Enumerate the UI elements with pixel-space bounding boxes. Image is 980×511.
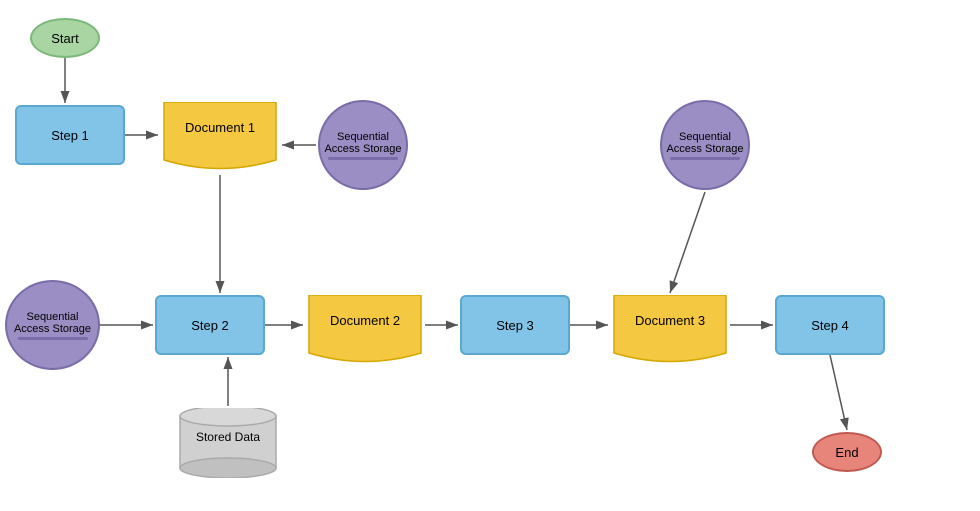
step2-label: Step 2 xyxy=(191,318,229,333)
stored-label: Stored Data xyxy=(178,430,278,444)
start-node: Start xyxy=(30,18,100,58)
seq3-label: Sequential Access Storage xyxy=(666,131,743,155)
arrow-seq3-doc3 xyxy=(670,192,705,293)
start-label: Start xyxy=(51,31,78,46)
step1-label: Step 1 xyxy=(51,128,89,143)
seq1-node: Sequential Access Storage xyxy=(318,100,408,190)
end-node: End xyxy=(812,432,882,472)
seq3-line xyxy=(670,157,740,160)
doc1-label: Document 1 xyxy=(160,120,280,135)
flowchart-diagram: Start Step 1 Document 1 Sequential Acces… xyxy=(0,0,980,511)
doc1-node: Document 1 xyxy=(160,102,280,167)
seq3-node: Sequential Access Storage xyxy=(660,100,750,190)
step4-node: Step 4 xyxy=(775,295,885,355)
doc2-shape xyxy=(305,295,425,370)
doc3-node: Document 3 xyxy=(610,295,730,360)
seq1-line xyxy=(328,157,398,160)
end-label: End xyxy=(835,445,858,460)
seq2-node: Sequential Access Storage xyxy=(5,280,100,370)
step2-node: Step 2 xyxy=(155,295,265,355)
doc3-shape xyxy=(610,295,730,370)
step3-node: Step 3 xyxy=(460,295,570,355)
seq1-label: Sequential Access Storage xyxy=(324,131,401,155)
step4-label: Step 4 xyxy=(811,318,849,333)
doc2-node: Document 2 xyxy=(305,295,425,360)
seq2-line xyxy=(18,337,88,340)
doc2-label: Document 2 xyxy=(305,313,425,328)
arrow-step4-end xyxy=(830,355,847,430)
doc1-shape xyxy=(160,102,280,177)
doc3-label: Document 3 xyxy=(610,313,730,328)
stored-node: Stored Data xyxy=(178,408,278,473)
seq2-label: Sequential Access Storage xyxy=(14,311,91,335)
step1-node: Step 1 xyxy=(15,105,125,165)
step3-label: Step 3 xyxy=(496,318,534,333)
